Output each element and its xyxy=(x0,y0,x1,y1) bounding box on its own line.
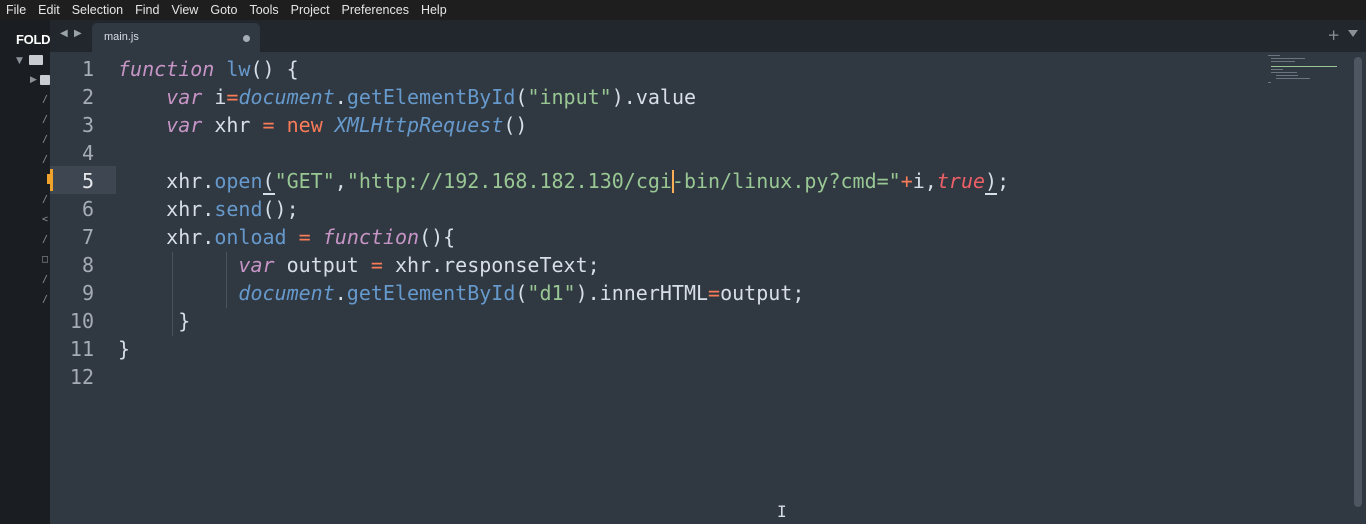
sidebar-file[interactable]: / xyxy=(42,115,48,125)
unsaved-dot-icon[interactable] xyxy=(243,35,250,42)
menu-edit[interactable]: Edit xyxy=(32,0,66,20)
code-line-active[interactable]: xhr.open("GET","http://192.168.182.130/c… xyxy=(118,167,1009,195)
chevron-right-icon[interactable]: ▶ xyxy=(74,28,82,39)
plus-icon[interactable]: + xyxy=(1327,26,1340,44)
minimap[interactable] xyxy=(1266,54,1346,84)
menu-find[interactable]: Find xyxy=(129,0,165,20)
code-line[interactable] xyxy=(118,139,1009,167)
line-number: 8 xyxy=(81,253,94,277)
code-line[interactable] xyxy=(118,363,1009,391)
code-line[interactable]: document.getElementById("d1").innerHTML=… xyxy=(118,279,1009,307)
menu-bar: File Edit Selection Find View Goto Tools… xyxy=(0,0,1366,20)
menu-goto[interactable]: Goto xyxy=(204,0,243,20)
line-number: 10 xyxy=(69,309,94,333)
line-number: 7 xyxy=(81,225,94,249)
sidebar-file[interactable]: < xyxy=(42,215,48,225)
menu-selection[interactable]: Selection xyxy=(66,0,129,20)
sidebar-file[interactable]: / xyxy=(42,195,48,205)
line-number-active: 5 xyxy=(81,169,94,193)
chevron-down-icon[interactable]: ▼ xyxy=(16,56,23,66)
code-line[interactable]: xhr.send(); xyxy=(118,195,1009,223)
sidebar-file[interactable]: / xyxy=(42,95,48,105)
menu-help[interactable]: Help xyxy=(415,0,453,20)
sidebar-file[interactable]: / xyxy=(42,295,48,305)
tab-label: main.js xyxy=(104,31,139,43)
line-number: 1 xyxy=(81,57,94,81)
menu-preferences[interactable]: Preferences xyxy=(336,0,415,20)
line-number: 4 xyxy=(81,141,94,165)
chevron-right-icon[interactable]: ▶ xyxy=(30,75,37,85)
sidebar-title: FOLD xyxy=(16,32,50,47)
code-editor[interactable]: 1 2 3 4 5 6 7 8 9 10 11 12 function lw()… xyxy=(50,52,1366,524)
code-line[interactable]: } xyxy=(118,335,1009,363)
code-line[interactable]: var i=document.getElementById("input").v… xyxy=(118,83,1009,111)
folder-icon[interactable] xyxy=(40,75,50,85)
line-number: 2 xyxy=(81,85,94,109)
sidebar-file[interactable]: / xyxy=(42,275,48,285)
folder-open-icon[interactable] xyxy=(29,55,43,65)
line-number: 11 xyxy=(69,337,94,361)
code-line[interactable]: var xhr = new XMLHttpRequest() xyxy=(118,111,1009,139)
code-area[interactable]: function lw() { var i=document.getElemen… xyxy=(118,55,1009,391)
code-line[interactable]: } xyxy=(118,307,1009,335)
sidebar-file[interactable]: / xyxy=(42,155,48,165)
code-line[interactable]: function lw() { xyxy=(118,55,1009,83)
menu-tools[interactable]: Tools xyxy=(243,0,284,20)
caret-down-icon[interactable] xyxy=(1348,30,1358,37)
chevron-left-icon[interactable]: ◀ xyxy=(60,28,68,39)
tab-bar: ◀ ▶ main.js + xyxy=(50,20,1366,52)
vertical-scrollbar[interactable] xyxy=(1354,57,1362,507)
sidebar-file[interactable]: / xyxy=(42,135,48,145)
sidebar: FOLD ▼ ▶ / / / / / / < / □ / / xyxy=(0,20,50,524)
menu-project[interactable]: Project xyxy=(285,0,336,20)
mouse-cursor-ibeam-icon: I xyxy=(777,502,787,521)
tab-main-js[interactable]: main.js xyxy=(92,23,260,52)
line-number: 6 xyxy=(81,197,94,221)
line-number: 3 xyxy=(81,113,94,137)
menu-file[interactable]: File xyxy=(0,0,32,20)
menu-view[interactable]: View xyxy=(165,0,204,20)
line-number-gutter: 1 2 3 4 5 6 7 8 9 10 11 12 xyxy=(50,55,94,391)
sidebar-file[interactable]: □ xyxy=(42,255,48,265)
text-caret xyxy=(672,170,674,193)
sidebar-file[interactable]: / xyxy=(42,235,48,245)
code-line[interactable]: xhr.onload = function(){ xyxy=(118,223,1009,251)
line-number: 12 xyxy=(69,365,94,389)
code-line[interactable]: var output = xhr.responseText; xyxy=(118,251,1009,279)
line-number: 9 xyxy=(81,281,94,305)
